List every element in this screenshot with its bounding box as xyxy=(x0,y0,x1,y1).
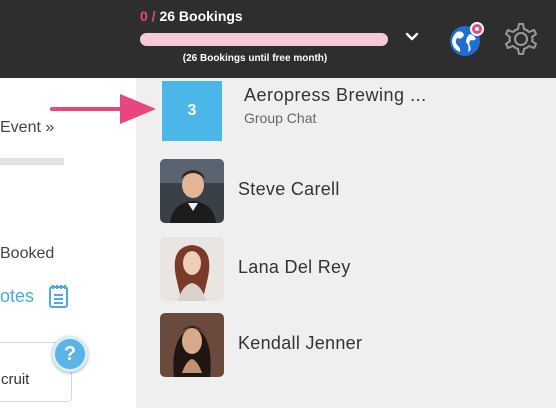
recruit-label: cruit xyxy=(1,371,30,388)
conversation-subtitle: Group Chat xyxy=(244,110,317,126)
divider xyxy=(0,158,64,165)
bookings-subtitle: (26 Bookings until free month) xyxy=(182,53,328,64)
conversation-item-steve[interactable]: Steve Carell xyxy=(136,156,556,230)
annotation-arrow xyxy=(50,94,156,124)
avatar-steve xyxy=(160,159,224,223)
conversation-name: Kendall Jenner xyxy=(238,333,363,353)
notes-link[interactable]: otes xyxy=(0,286,34,307)
conversation-title: Aeropress Brewing ... xyxy=(244,85,427,105)
conversation-item-kendall[interactable]: Kendall Jenner xyxy=(136,310,556,384)
bookings-counter: 0 / 26 Bookings xyxy=(140,8,243,24)
bookings-total: 26 Bookings xyxy=(159,8,243,24)
bookings-progress-bar xyxy=(140,33,388,46)
avatar-kendall xyxy=(160,313,224,377)
conversation-item-group[interactable]: 3 Aeropress Brewing ... Group Chat xyxy=(136,78,556,152)
conversation-item-lana[interactable]: Lana Del Rey xyxy=(136,234,556,308)
event-link[interactable]: Event » xyxy=(0,119,54,137)
bookings-done: 0 xyxy=(140,8,148,24)
help-button[interactable]: ? xyxy=(52,336,88,372)
notes-icon[interactable] xyxy=(48,283,70,309)
conversation-list: 3 Aeropress Brewing ... Group Chat Steve… xyxy=(136,78,556,408)
top-bar: 0 / 26 Bookings (26 Bookings until free … xyxy=(0,0,556,78)
conversation-name: Lana Del Rey xyxy=(238,257,351,277)
left-panel: Event » Booked otes cruit ? xyxy=(0,78,136,408)
chevron-down-icon[interactable] xyxy=(403,28,421,46)
bookings-separator: / xyxy=(147,8,160,24)
group-count-badge: 3 xyxy=(162,81,222,141)
globe-icon[interactable] xyxy=(447,20,485,58)
booked-label: Booked xyxy=(0,245,55,262)
avatar-lana xyxy=(160,237,224,301)
gear-icon[interactable] xyxy=(502,20,540,58)
conversation-name: Steve Carell xyxy=(238,179,340,199)
